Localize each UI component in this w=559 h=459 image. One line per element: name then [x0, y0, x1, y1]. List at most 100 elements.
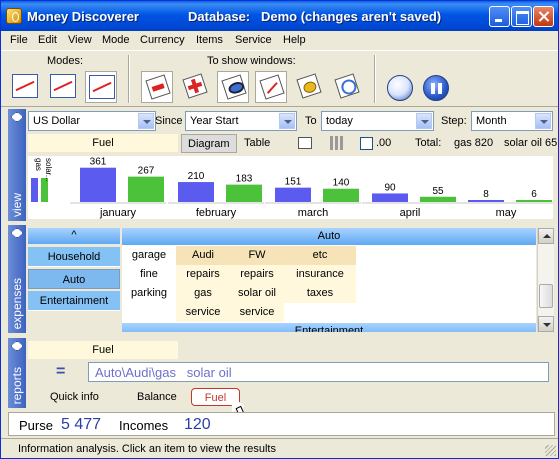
- legend-solar-label: solar...: [44, 158, 53, 182]
- step-label: Step:: [441, 115, 467, 127]
- income-window-icon: [182, 73, 208, 99]
- status-bar: Information analysis. Click an item to v…: [1, 438, 558, 458]
- category-household[interactable]: Household: [28, 247, 120, 267]
- title-bar[interactable]: Money Discoverer Database: Demo (changes…: [1, 1, 558, 31]
- expense-item[interactable]: service: [230, 303, 284, 322]
- maximize-button[interactable]: [511, 6, 532, 27]
- step-select[interactable]: Month: [471, 111, 553, 131]
- incomes-value: 120: [184, 416, 211, 433]
- expense-item[interactable]: gas: [176, 284, 230, 303]
- category-auto[interactable]: Auto: [28, 269, 120, 289]
- group-header-auto[interactable]: Auto: [122, 228, 536, 245]
- category-up-button[interactable]: ^: [28, 228, 120, 244]
- minimize-button[interactable]: [489, 6, 510, 27]
- to-select[interactable]: today: [321, 111, 434, 131]
- show-coins-button[interactable]: [293, 71, 325, 103]
- pause-icon: [423, 75, 449, 101]
- chart-bar: [80, 167, 116, 202]
- tab-diagram[interactable]: Diagram: [181, 134, 237, 153]
- expenses-side-label: expenses: [10, 277, 24, 329]
- menu-mode[interactable]: Mode: [102, 34, 130, 46]
- maximize-icon: [512, 7, 531, 26]
- decimals-label: .00: [376, 137, 392, 149]
- expense-items-grid: Auto garage fine parking Audi repairs ga…: [122, 228, 536, 332]
- app-logo-icon: [6, 8, 22, 24]
- chevron-down-icon[interactable]: [138, 113, 154, 129]
- purse-value: 5 477: [61, 416, 102, 433]
- since-label: Since: [155, 115, 183, 127]
- show-reminder-button[interactable]: [331, 71, 363, 103]
- currency-select[interactable]: US Dollar: [28, 111, 156, 131]
- expense-item[interactable]: repairs: [230, 265, 284, 284]
- pin-icon[interactable]: [11, 341, 23, 351]
- tab-quick-info[interactable]: Quick info: [50, 388, 99, 406]
- chevron-down-icon[interactable]: [416, 113, 432, 129]
- close-icon: [534, 7, 553, 26]
- pin-icon[interactable]: [11, 112, 23, 122]
- mode-journal-button[interactable]: [9, 71, 41, 103]
- expense-subgroup[interactable]: etc: [284, 246, 356, 265]
- bar-chart-icon[interactable]: [330, 136, 344, 150]
- chart-bar: [128, 176, 164, 202]
- pin-icon[interactable]: [11, 228, 23, 238]
- expense-subgroup[interactable]: FW: [230, 246, 284, 265]
- database-name: Demo (changes aren't saved): [261, 9, 442, 24]
- close-button[interactable]: [533, 6, 554, 27]
- menu-view[interactable]: View: [68, 34, 92, 46]
- report-formula-field[interactable]: Auto\Audi\gas solar oil: [88, 362, 549, 382]
- toolbar-separator: [374, 55, 376, 103]
- reports-side-tab[interactable]: reports: [8, 338, 26, 408]
- mode-chart-button[interactable]: [47, 71, 79, 103]
- scroll-down-icon[interactable]: [538, 316, 554, 332]
- show-view-button[interactable]: [217, 71, 249, 103]
- expense-item[interactable]: solar oil: [230, 284, 284, 303]
- show-chart-button[interactable]: [255, 71, 287, 103]
- report-item-fuel[interactable]: Fuel: [28, 341, 178, 359]
- expense-item[interactable]: insurance: [284, 265, 356, 284]
- show-windows-label: To show windows:: [207, 55, 296, 67]
- tab-balance[interactable]: Balance: [137, 388, 177, 406]
- category-entertainment[interactable]: Entertainment: [28, 291, 120, 311]
- expense-item[interactable]: service: [176, 303, 230, 322]
- view-side-tab[interactable]: view: [8, 109, 26, 221]
- expense-subgroup[interactable]: Audi: [176, 246, 230, 265]
- month-tick-label: march: [298, 207, 329, 219]
- expenses-side-tab[interactable]: expenses: [8, 225, 26, 333]
- resize-grip-icon[interactable]: [545, 445, 556, 456]
- chevron-down-icon[interactable]: [279, 113, 295, 129]
- scroll-up-icon[interactable]: [538, 228, 554, 244]
- menu-file[interactable]: File: [10, 34, 28, 46]
- menu-currency[interactable]: Currency: [140, 34, 185, 46]
- since-select[interactable]: Year Start: [185, 111, 297, 131]
- copy-icon[interactable]: [298, 137, 312, 149]
- pause-button[interactable]: [419, 71, 451, 103]
- minimize-icon: [490, 7, 509, 26]
- chevron-down-icon[interactable]: [535, 113, 551, 129]
- decimals-checkbox[interactable]: [360, 137, 373, 150]
- group-header-entertainment[interactable]: Entertainment: [122, 323, 536, 332]
- equals-sign: =: [56, 363, 66, 380]
- bar-value-label: 210: [188, 171, 205, 182]
- menu-edit[interactable]: Edit: [38, 34, 57, 46]
- menu-help[interactable]: Help: [283, 34, 306, 46]
- incomes-label: Incomes: [119, 418, 169, 433]
- menu-service[interactable]: Service: [235, 34, 272, 46]
- expense-item[interactable]: taxes: [284, 284, 356, 303]
- view-item-fuel[interactable]: Fuel: [28, 134, 178, 152]
- tab-table[interactable]: Table: [238, 134, 276, 153]
- show-incomes-button[interactable]: [179, 71, 211, 103]
- expense-item[interactable]: garage: [122, 246, 176, 265]
- reminder-window-icon: [334, 73, 360, 99]
- scroll-thumb[interactable]: [539, 284, 553, 308]
- expense-item[interactable]: parking: [122, 284, 176, 303]
- menu-items[interactable]: Items: [196, 34, 223, 46]
- expense-item[interactable]: repairs: [176, 265, 230, 284]
- total-gas: gas 820: [454, 137, 494, 149]
- show-expenses-button[interactable]: [141, 71, 173, 103]
- expenses-scrollbar[interactable]: [537, 228, 554, 332]
- expense-item[interactable]: fine: [122, 265, 176, 284]
- bar-value-label: 267: [138, 166, 155, 177]
- currency-button[interactable]: [383, 71, 415, 103]
- mode-analysis-button[interactable]: [85, 71, 117, 103]
- legend-gas-label: gas: [34, 158, 43, 171]
